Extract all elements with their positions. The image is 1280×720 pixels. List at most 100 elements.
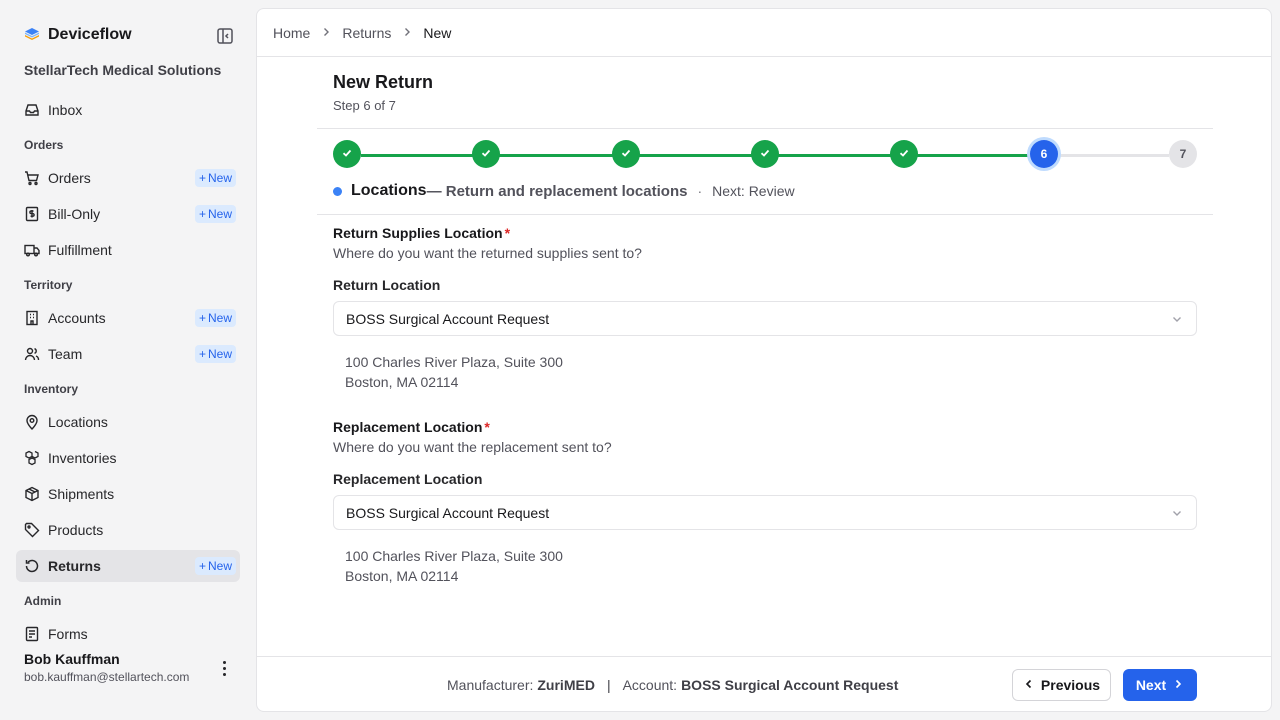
address-line: 100 Charles River Plaza, Suite 300 [345, 354, 563, 370]
divider [257, 656, 1271, 657]
check-icon [480, 147, 492, 162]
new-team-button[interactable]: + New [194, 345, 236, 363]
new-bill-only-button[interactable]: + New [194, 205, 236, 223]
stepper: 6 7 [333, 140, 1197, 170]
plus-icon: + [198, 559, 206, 573]
current-step-info: Locations — Return and replacement locat… [333, 182, 795, 200]
sidebar-item-team[interactable]: Team + New [16, 338, 240, 370]
account-label: Account: [622, 677, 678, 693]
breadcrumb: Home Returns New [273, 25, 451, 41]
previous-button[interactable]: Previous [1012, 669, 1111, 701]
sidebar-collapse-icon[interactable] [216, 27, 234, 45]
sidebar-item-bill-only[interactable]: Bill-Only + New [16, 198, 240, 230]
main-panel: Home Returns New New Return Step 6 of 7 … [256, 8, 1272, 712]
plus-icon: + [198, 311, 206, 325]
sidebar-item-label: Locations [48, 414, 108, 430]
divider [317, 128, 1213, 129]
new-badge-label: New [207, 207, 232, 221]
new-account-button[interactable]: + New [194, 309, 236, 327]
tag-icon [24, 522, 40, 538]
breadcrumb-returns[interactable]: Returns [342, 25, 391, 41]
step-4-complete[interactable] [751, 140, 779, 168]
return-address: 100 Charles River Plaza, Suite 300 Bosto… [333, 352, 1197, 392]
replacement-address: 100 Charles River Plaza, Suite 300 Bosto… [333, 546, 1197, 586]
plus-icon: + [198, 171, 206, 185]
sidebar-item-locations[interactable]: Locations [16, 406, 240, 438]
section-description: Where do you want the replacement sent t… [333, 439, 612, 455]
user-profile[interactable]: Bob Kauffman bob.kauffman@stellartech.co… [24, 651, 189, 684]
building-icon [24, 310, 40, 326]
step-7-pending: 7 [1169, 140, 1197, 168]
nav-section-admin: Admin [24, 594, 62, 608]
next-step-hint: Next: Review [712, 183, 795, 199]
chevron-left-icon [1023, 677, 1035, 693]
required-marker: * [484, 419, 490, 435]
sidebar-item-inbox[interactable]: Inbox [16, 94, 240, 126]
check-icon [759, 147, 771, 162]
manufacturer-value: ZuriMED [537, 677, 595, 693]
address-line: 100 Charles River Plaza, Suite 300 [345, 548, 563, 564]
section-description: Where do you want the returned supplies … [333, 245, 642, 261]
sidebar-item-shipments[interactable]: Shipments [16, 478, 240, 510]
check-icon [341, 147, 353, 162]
nav-section-territory: Territory [24, 278, 73, 292]
sidebar-item-returns[interactable]: Returns + New [16, 550, 240, 582]
cart-icon [24, 170, 40, 186]
field-label: Return Location [333, 277, 441, 293]
chevron-right-icon [320, 25, 332, 41]
sidebar-item-label: Team [48, 346, 83, 362]
section-title: Return Supplies Location * [333, 225, 511, 241]
step-6-current[interactable]: 6 [1030, 140, 1058, 168]
step-1-complete[interactable] [333, 140, 361, 168]
rotate-ccw-icon [24, 558, 40, 574]
dollar-receipt-icon [24, 206, 40, 222]
sidebar-item-label: Bill-Only [48, 206, 101, 222]
more-vertical-icon[interactable] [216, 659, 232, 677]
step-5-complete[interactable] [890, 140, 918, 168]
footer-meta: Manufacturer: ZuriMED | Account: BOSS Su… [447, 677, 898, 693]
sidebar-item-fulfillment[interactable]: Fulfillment [16, 234, 240, 266]
sidebar-item-accounts[interactable]: Accounts + New [16, 302, 240, 334]
check-icon [620, 147, 632, 162]
sidebar-nav: Inbox Orders Orders + New Bill-Only + New … [16, 94, 240, 642]
stepper-remaining-line [1057, 154, 1169, 157]
return-location-select[interactable]: BOSS Surgical Account Request [333, 301, 1197, 336]
step-3-complete[interactable] [612, 140, 640, 168]
sidebar-item-products[interactable]: Products [16, 514, 240, 546]
nav-section-orders: Orders [24, 138, 64, 152]
sidebar-item-forms[interactable]: Forms [16, 618, 240, 642]
sidebar-item-label: Shipments [48, 486, 115, 502]
breadcrumb-home[interactable]: Home [273, 25, 310, 41]
sidebar-item-label: Products [48, 522, 104, 538]
new-order-button[interactable]: + New [194, 169, 236, 187]
users-icon [24, 346, 40, 362]
sidebar-item-label: Fulfillment [48, 242, 112, 258]
plus-icon: + [198, 207, 206, 221]
sidebar: Deviceflow StellarTech Medical Solutions… [0, 0, 256, 720]
replacement-location-select[interactable]: BOSS Surgical Account Request [333, 495, 1197, 530]
boxes-icon [24, 450, 40, 466]
selected-value: BOSS Surgical Account Request [346, 310, 550, 327]
step-description: — Return and replacement locations [426, 182, 688, 200]
stepper-progress-line [361, 154, 1057, 157]
new-return-button[interactable]: + New [194, 557, 236, 575]
user-name: Bob Kauffman [24, 651, 120, 667]
form-icon [24, 626, 40, 642]
plus-icon: + [198, 347, 206, 361]
sidebar-item-orders[interactable]: Orders + New [16, 162, 240, 194]
step-name: Locations [351, 182, 427, 199]
section-title: Replacement Location * [333, 419, 490, 435]
sidebar-item-label: Inbox [48, 102, 83, 118]
sidebar-item-label: Inventories [48, 450, 117, 466]
next-button[interactable]: Next [1123, 669, 1197, 701]
step-2-complete[interactable] [472, 140, 500, 168]
chevron-right-icon [401, 25, 413, 41]
brand[interactable]: Deviceflow [24, 26, 132, 44]
user-email: bob.kauffman@stellartech.com [24, 670, 190, 684]
sidebar-item-label: Accounts [48, 310, 106, 326]
truck-icon [24, 242, 40, 258]
org-name: StellarTech Medical Solutions [24, 62, 222, 78]
divider [317, 214, 1213, 215]
step-separator: · [697, 183, 703, 199]
sidebar-item-inventories[interactable]: Inventories [16, 442, 240, 474]
